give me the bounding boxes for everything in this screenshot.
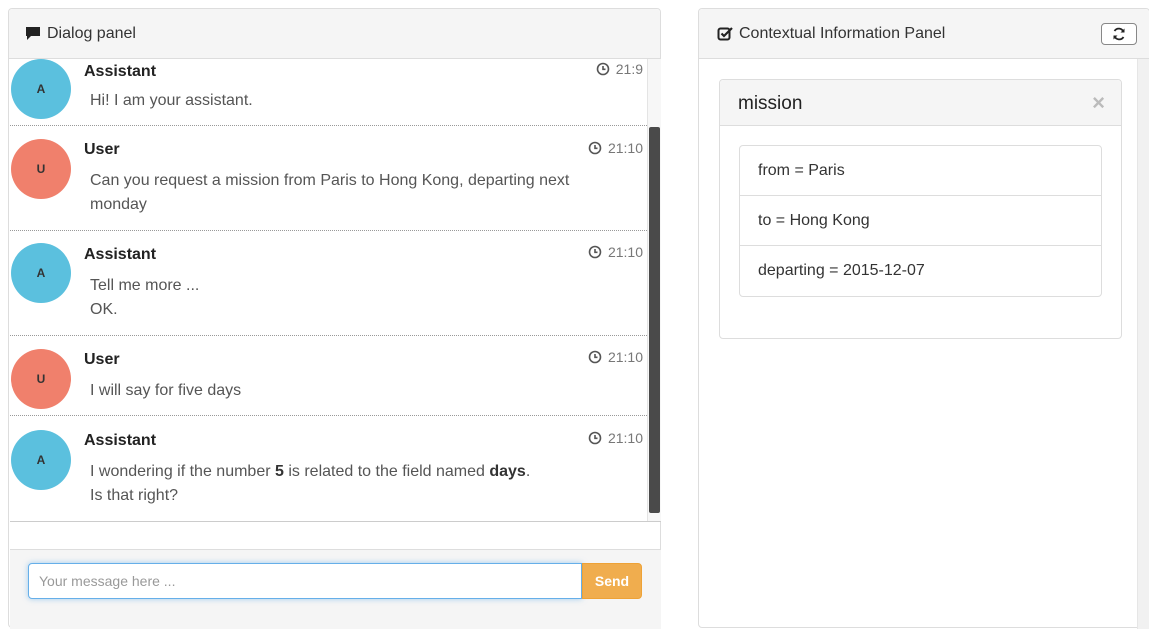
clock-icon: [588, 141, 602, 155]
mission-fields-list: from = Paris to = Hong Kong departing = …: [739, 145, 1102, 297]
chat-message: A Assistant 21:10 Tell me more ... OK.: [10, 231, 647, 336]
clock-icon: [588, 245, 602, 259]
field-departing: departing = 2015-12-07: [758, 262, 925, 279]
context-panel-heading: Contextual Information Panel: [699, 9, 1149, 59]
message-text: Can you request a mission from Paris to …: [90, 172, 570, 213]
clock-icon: [596, 62, 610, 76]
chat-message: U User 21:10 I will say for five days: [10, 336, 647, 416]
dialog-panel: Dialog panel A Assistant 21:9 Hi! I am y…: [8, 8, 661, 629]
mission-card-header: mission ×: [720, 80, 1121, 126]
check-square-icon: [717, 26, 733, 42]
chat-message: A Assistant 21:10 I wondering if the num…: [10, 416, 647, 521]
message-text: Hi! I am your assistant.: [90, 92, 253, 109]
refresh-icon: [1113, 27, 1125, 41]
message-time: 21:10: [588, 349, 643, 365]
message-text: I will say for five days: [90, 382, 242, 399]
message-time: 21:10: [588, 244, 643, 260]
clock-icon: [588, 350, 602, 364]
mission-card-title: mission: [738, 93, 803, 114]
context-panel: Contextual Information Panel mission × f…: [698, 8, 1149, 629]
avatar: A: [11, 243, 71, 303]
field-to: to = Hong Kong: [740, 196, 1101, 246]
context-panel-title: Contextual Information Panel: [739, 24, 946, 42]
send-button[interactable]: Send: [582, 563, 642, 599]
mission-card: mission × from = Paris to = Hong Kong de…: [719, 79, 1122, 339]
close-icon[interactable]: ×: [1092, 92, 1105, 114]
message-author: Assistant: [84, 246, 157, 263]
avatar: U: [11, 349, 71, 409]
message-time: 21:9: [596, 61, 643, 77]
chat-message: U User 21:10 Can you request a mission f…: [10, 126, 647, 231]
message-author: User: [84, 351, 120, 368]
message-time: 21:10: [588, 430, 643, 446]
clock-icon: [588, 431, 602, 445]
message-text: I wondering if the number 5 is related t…: [90, 463, 531, 504]
chat-scrollbar[interactable]: [647, 59, 661, 521]
chat-messages-area[interactable]: A Assistant 21:9 Hi! I am your assistant…: [10, 59, 661, 522]
message-author: User: [84, 141, 120, 158]
message-author: Assistant: [84, 63, 157, 80]
field-from: from = Paris: [740, 146, 1101, 196]
chat-scrollbar-thumb[interactable]: [649, 127, 660, 513]
avatar: A: [11, 430, 71, 490]
refresh-button[interactable]: [1101, 23, 1137, 45]
message-text: Tell me more ... OK.: [90, 277, 200, 318]
message-composer: Send: [10, 549, 661, 629]
avatar: A: [11, 59, 71, 119]
context-scrollbar[interactable]: [1137, 59, 1149, 629]
chat-message: A Assistant 21:9 Hi! I am your assistant…: [10, 59, 647, 126]
dialog-panel-title: Dialog panel: [47, 24, 136, 42]
message-time: 21:10: [588, 140, 643, 156]
message-author: Assistant: [84, 432, 157, 449]
comment-icon: [25, 26, 41, 41]
message-input[interactable]: [28, 563, 582, 599]
dialog-panel-heading: Dialog panel: [9, 9, 660, 59]
avatar: U: [11, 139, 71, 199]
